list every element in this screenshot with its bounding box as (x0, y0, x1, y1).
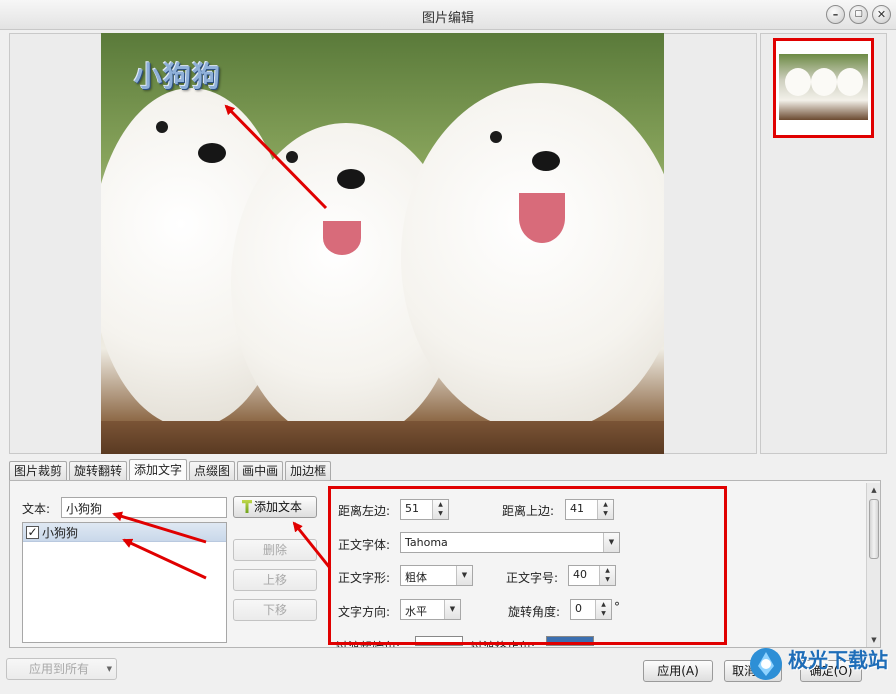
dog-eye (490, 131, 502, 143)
check-icon[interactable]: ✓ (26, 525, 39, 539)
dog-nose (198, 143, 226, 163)
list-item-label: 小狗狗 (42, 525, 79, 540)
watermark-icon (750, 648, 782, 680)
tab-add-text[interactable]: 添加文字 (129, 459, 188, 480)
window-title: 图片编辑 (421, 11, 474, 26)
add-text-icon (242, 500, 252, 513)
minimize-button[interactable]: – (826, 5, 845, 24)
tab-picture-in-picture[interactable]: 画中画 (237, 461, 284, 480)
dog-nose (337, 169, 365, 189)
watermark-text: 极光下载站 (788, 648, 888, 672)
overlay-text[interactable]: 小狗狗 (134, 55, 221, 95)
close-icon: ✕ (876, 8, 887, 21)
tab-decoration[interactable]: 点缀图 (189, 461, 236, 480)
text-label: 文本: (22, 502, 51, 516)
close-button[interactable]: ✕ (872, 5, 891, 24)
watermark-logo: 极光下载站 (740, 640, 896, 694)
add-text-button[interactable]: 添加文本 (233, 496, 317, 518)
add-text-label: 添加文本 (254, 500, 303, 514)
dog-tongue (323, 221, 361, 255)
text-input[interactable]: 小狗狗 (61, 497, 227, 518)
thumb-pup (785, 68, 811, 96)
thumbnail-selected[interactable] (773, 38, 874, 138)
list-item[interactable]: ✓ 小狗狗 (23, 523, 226, 542)
dog-eye (156, 121, 168, 133)
minimize-icon: – (832, 8, 839, 21)
apply-to-all-label: 应用到所有 (29, 662, 90, 676)
thumb-pup (837, 68, 863, 96)
apply-to-all-button[interactable]: 应用到所有 ▼ (6, 658, 117, 680)
move-up-button[interactable]: 上移 (233, 569, 317, 591)
move-down-button[interactable]: 下移 (233, 599, 317, 621)
properties-scrollbar[interactable]: ▲ ▼ (866, 483, 880, 647)
tab-add-border[interactable]: 加边框 (285, 461, 332, 480)
scrollbar-thumb[interactable] (869, 499, 879, 559)
thumb-pup (811, 68, 837, 96)
properties-highlight (328, 486, 727, 645)
dog-eye (286, 151, 298, 163)
tab-crop[interactable]: 图片裁剪 (9, 461, 68, 480)
apply-button[interactable]: 应用(A) (643, 660, 713, 682)
dog-nose (532, 151, 560, 171)
tab-rotate-flip[interactable]: 旋转翻转 (69, 461, 128, 480)
text-list[interactable]: ✓ 小狗狗 (22, 522, 227, 643)
tab-strip: 图片裁剪 旋转翻转 添加文字 点缀图 画中画 加边框 (9, 459, 333, 481)
wooden-plank (101, 421, 664, 454)
title-bar: 图片编辑 – ▢ ✕ (0, 0, 896, 30)
preview-image[interactable] (101, 33, 664, 454)
dog-right (401, 83, 664, 433)
maximize-button[interactable]: ▢ (849, 5, 868, 24)
dog-tongue (519, 193, 565, 243)
scroll-up-icon[interactable]: ▲ (867, 483, 881, 497)
thumbnail-image (779, 54, 868, 120)
maximize-icon: ▢ (854, 9, 863, 19)
delete-button[interactable]: 删除 (233, 539, 317, 561)
chevron-down-icon: ▼ (106, 665, 112, 673)
